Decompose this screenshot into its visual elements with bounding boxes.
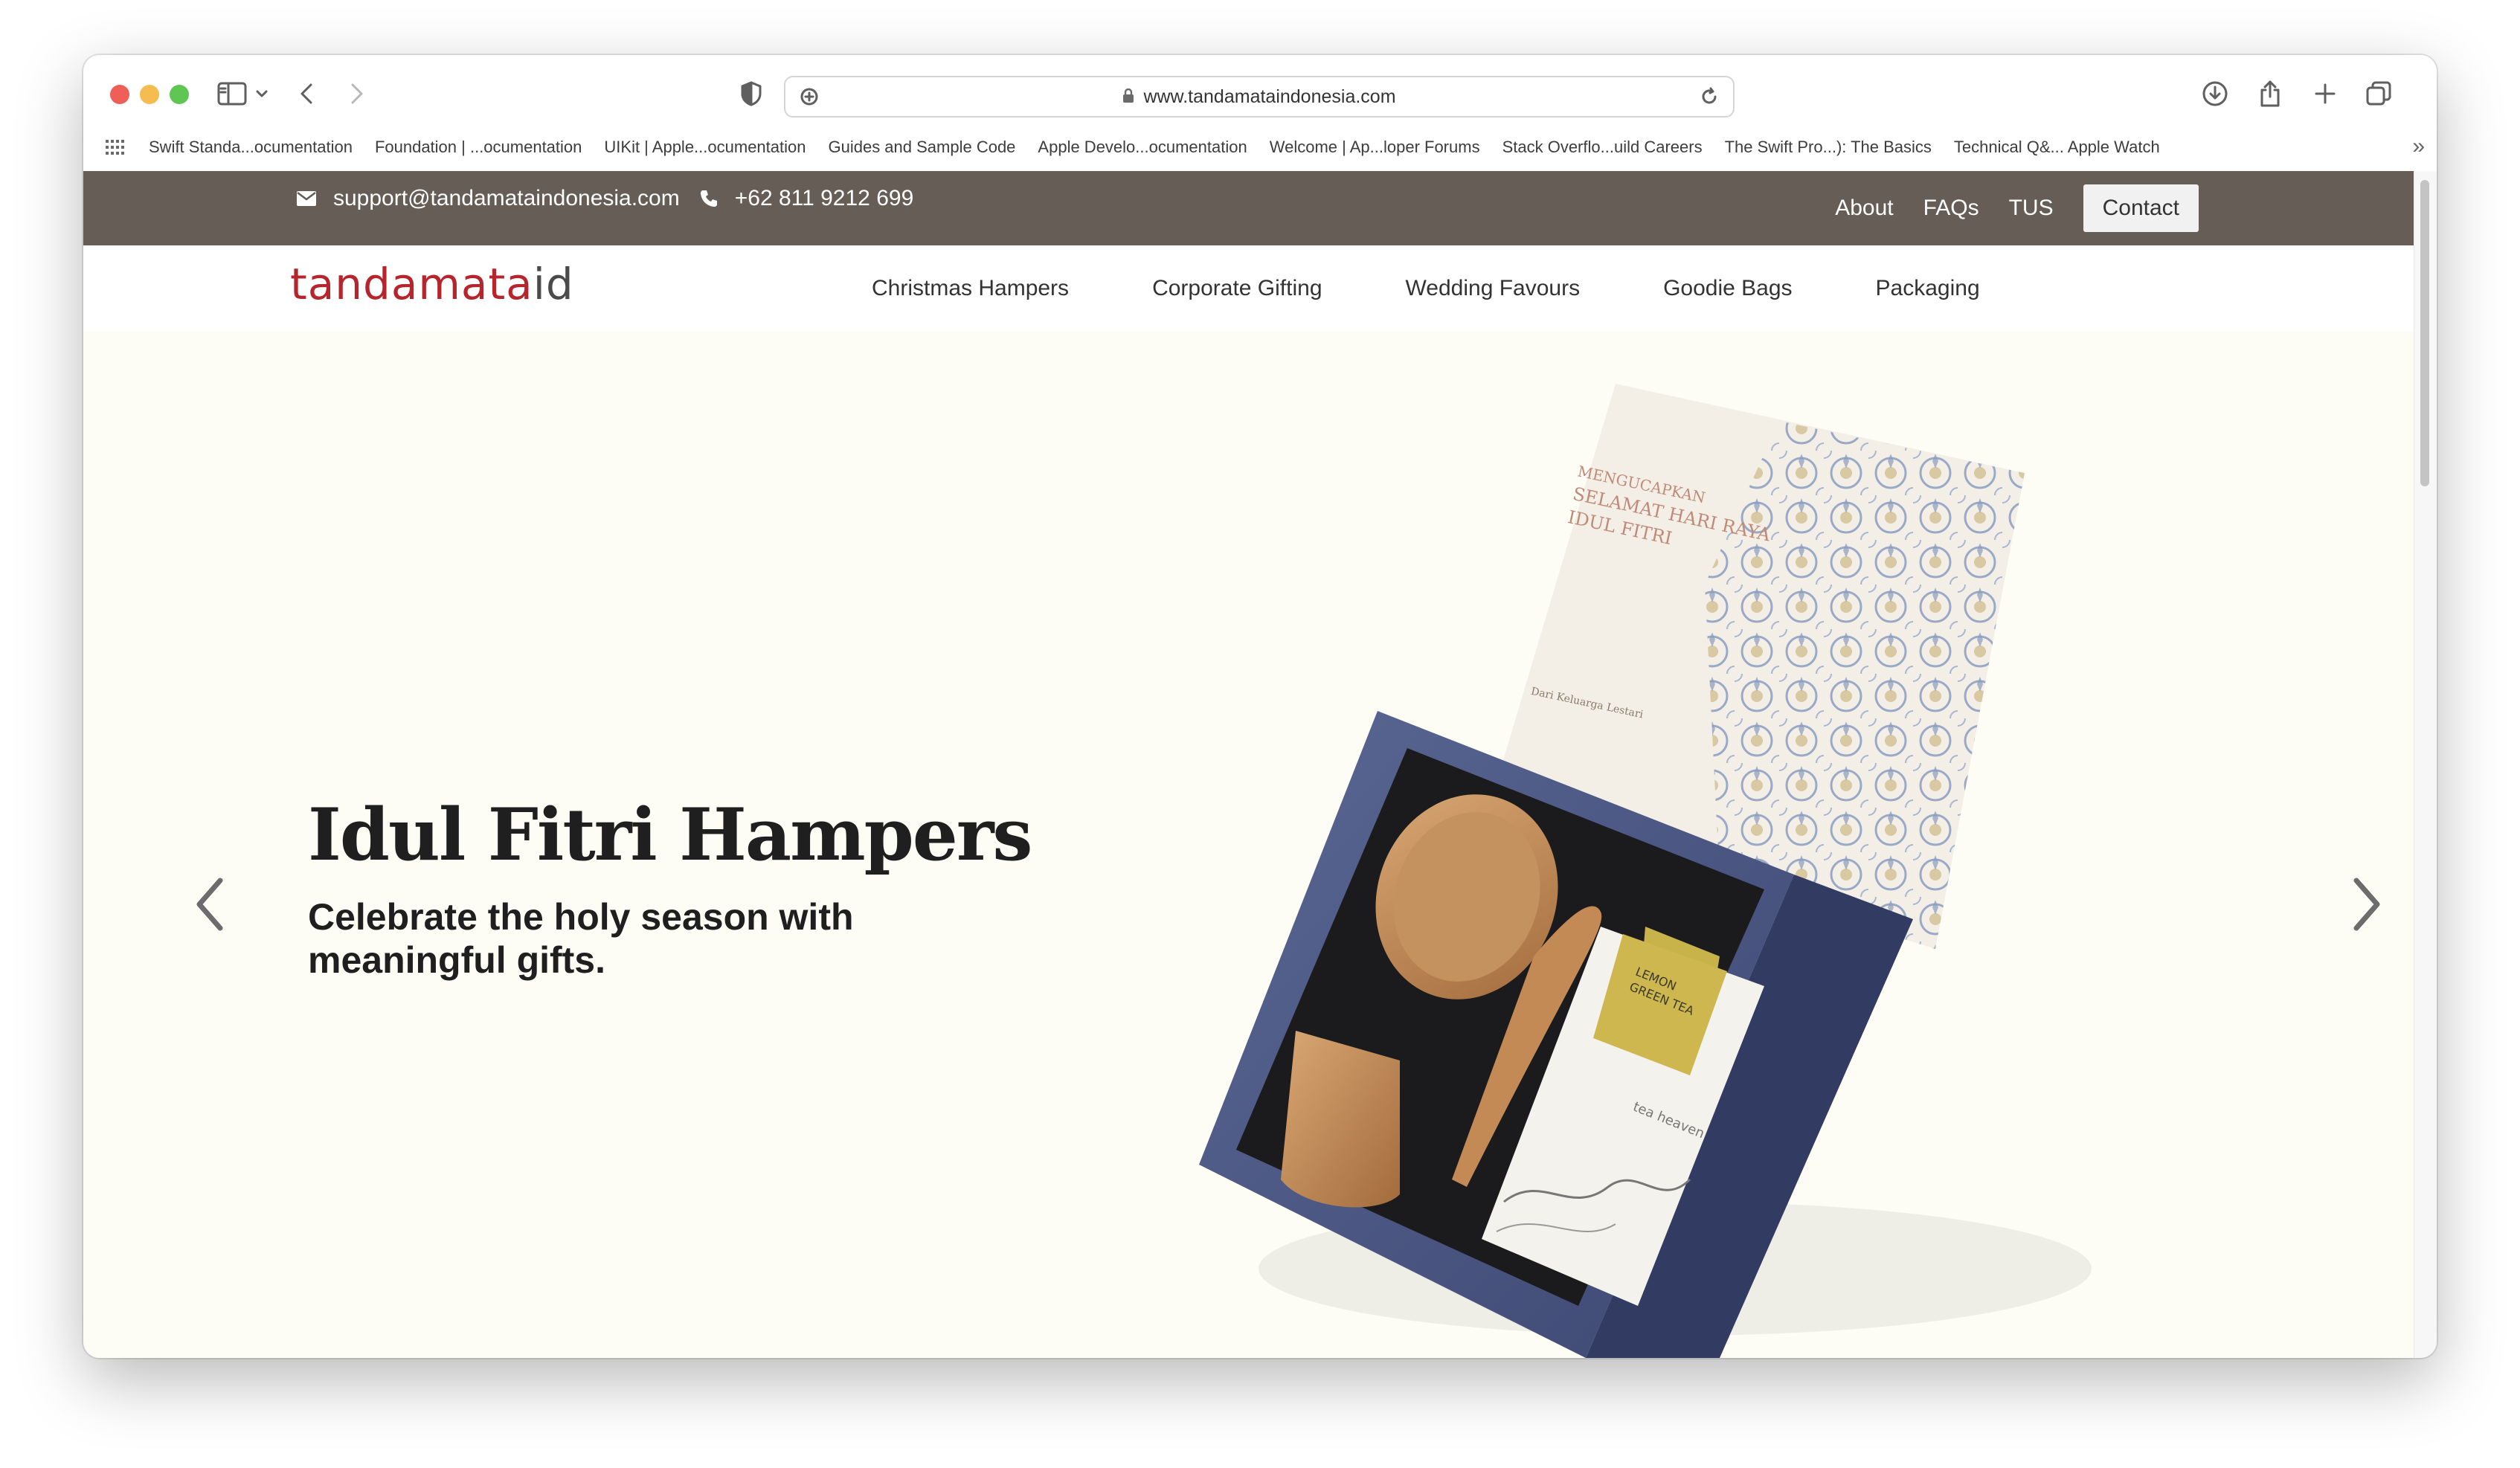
top-links: About FAQs TUS Contact	[1805, 171, 2199, 245]
chevron-down-icon[interactable]	[248, 73, 275, 115]
sidebar-toggle-icon[interactable]	[211, 73, 253, 115]
tab-overview-icon[interactable]	[2358, 73, 2400, 115]
slider-next-arrow[interactable]	[2337, 867, 2397, 941]
support-phone-link[interactable]: +62 811 9212 699	[735, 186, 914, 211]
address-bar[interactable]: www.tandamataindonesia.com	[784, 76, 1735, 117]
back-button[interactable]	[286, 73, 327, 115]
hamper-product-image: MENGUCAPKAN SELAMAT HARI RAYA IDUL FITRI…	[1199, 384, 2092, 1358]
nav-packaging[interactable]: Packaging	[1876, 276, 1980, 301]
site-logo[interactable]: tandamataid	[290, 259, 574, 309]
more-bookmarks-icon[interactable]: »	[2412, 134, 2425, 159]
close-window-button[interactable]	[110, 85, 129, 104]
zoom-window-button[interactable]	[170, 85, 189, 104]
web-page: support@tandamataindonesia.com +62 811 9…	[83, 171, 2414, 1358]
envelope-icon	[296, 190, 317, 207]
bookmark-item[interactable]: Apple Develo...ocumentation	[1038, 138, 1247, 157]
url-text: www.tandamataindonesia.com	[1143, 86, 1396, 107]
bookmark-item[interactable]: Technical Q&... Apple Watch	[1954, 138, 2160, 157]
slider-prev-arrow[interactable]	[180, 867, 240, 941]
nav-corporate-gifting[interactable]: Corporate Gifting	[1152, 276, 1322, 301]
logo-text: tandamata	[290, 259, 533, 309]
downloads-icon[interactable]	[2194, 73, 2236, 115]
contact-button[interactable]: Contact	[2083, 184, 2199, 232]
reload-icon[interactable]	[1688, 76, 1730, 117]
tus-link[interactable]: TUS	[2009, 196, 2054, 221]
browser-toolbar: www.tandamataindonesia.com Swift Standa.…	[83, 55, 2437, 173]
hero-subtitle: Celebrate the holy season with meaningfu…	[308, 896, 854, 981]
new-tab-icon[interactable]	[2304, 73, 2346, 115]
bookmark-item[interactable]: Foundation | ...ocumentation	[375, 138, 582, 157]
share-icon[interactable]	[2249, 73, 2291, 115]
phone-icon	[699, 189, 719, 208]
support-email-link[interactable]: support@tandamataindonesia.com	[333, 186, 680, 211]
about-link[interactable]: About	[1835, 196, 1893, 221]
browser-window: www.tandamataindonesia.com Swift Standa.…	[83, 55, 2437, 1358]
bookmark-item[interactable]: Guides and Sample Code	[828, 138, 1015, 157]
bookmark-item[interactable]: The Swift Pro...): The Basics	[1725, 138, 1932, 157]
scrollbar-thumb[interactable]	[2420, 180, 2429, 486]
faqs-link[interactable]: FAQs	[1923, 196, 1979, 221]
contact-info: support@tandamataindonesia.com +62 811 9…	[296, 171, 913, 226]
hero-title: Idul Fitri Hampers	[308, 793, 1032, 877]
bookmark-item[interactable]: Stack Overflo...uild Careers	[1502, 138, 1703, 157]
page-scrollbar[interactable]	[2414, 171, 2437, 1358]
nav-goodie-bags[interactable]: Goodie Bags	[1663, 276, 1792, 301]
logo-suffix: id	[533, 259, 574, 309]
main-navigation: tandamataid Christmas Hampers Corporate …	[83, 245, 2414, 332]
bookmark-item[interactable]: Swift Standa...ocumentation	[149, 138, 353, 157]
bookmark-item[interactable]: UIKit | Apple...ocumentation	[604, 138, 806, 157]
bookmarks-bar: Swift Standa...ocumentation Foundation |…	[83, 126, 2437, 168]
lock-icon	[1122, 78, 1134, 117]
hero-slider: Idul Fitri Hampers Celebrate the holy se…	[83, 332, 2414, 1358]
nav-menu: Christmas Hampers Corporate Gifting Wedd…	[872, 245, 2063, 332]
nav-wedding-favours[interactable]: Wedding Favours	[1406, 276, 1581, 301]
forward-button[interactable]	[336, 73, 378, 115]
nav-christmas-hampers[interactable]: Christmas Hampers	[872, 276, 1069, 301]
url-display[interactable]: www.tandamataindonesia.com	[785, 77, 1733, 116]
privacy-shield-icon[interactable]	[730, 73, 772, 115]
minimize-window-button[interactable]	[140, 85, 159, 104]
bookmark-item[interactable]: Welcome | Ap...loper Forums	[1270, 138, 1480, 157]
contact-bar: support@tandamataindonesia.com +62 811 9…	[83, 171, 2414, 245]
